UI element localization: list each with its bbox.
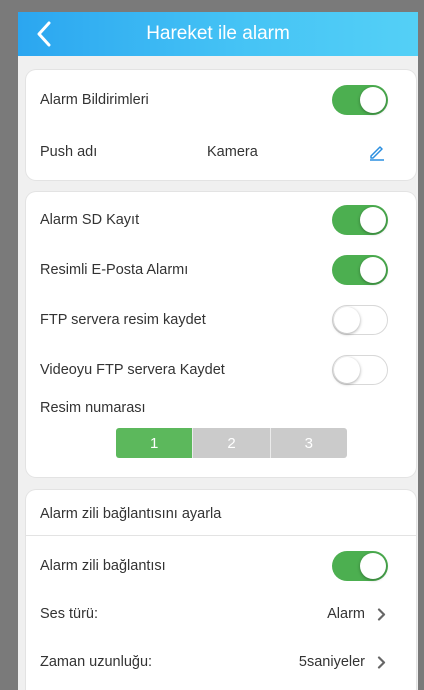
push-name-value: Kamera <box>207 144 258 160</box>
sound-type-label: Ses türü: <box>40 606 99 622</box>
sd-record-label: Alarm SD Kayıt <box>40 212 140 228</box>
duration-row[interactable]: Zaman uzunluğu: 5saniyeler <box>26 636 416 688</box>
edit-button[interactable] <box>368 143 386 166</box>
email-alarm-row: Resimli E-Posta Alarmı <box>26 244 416 296</box>
alarm-notifications-toggle[interactable] <box>332 85 388 115</box>
duration-value-group[interactable]: 5saniyeler <box>299 654 386 670</box>
duration-label: Zaman uzunluğu: <box>40 654 153 670</box>
page-title: Hareket ile alarm <box>146 23 290 44</box>
alarm-notifications-label: Alarm Bildirimleri <box>40 92 149 108</box>
ftp-image-label: FTP servera resim kaydet <box>40 312 206 328</box>
alarm-bell-card: Alarm zili bağlantısını ayarla Alarm zil… <box>26 490 416 690</box>
notification-card: Alarm Bildirimleri Push adı Kamera <box>26 70 416 180</box>
picture-count-selector: 1 2 3 <box>116 428 347 458</box>
bell-section-header: Alarm zili bağlantısını ayarla <box>26 490 416 538</box>
sound-type-row[interactable]: Ses türü: Alarm <box>26 588 416 640</box>
ftp-video-label: Videoyu FTP servera Kaydet <box>40 362 225 378</box>
toggle-knob <box>360 553 386 579</box>
email-alarm-toggle[interactable] <box>332 255 388 285</box>
picture-count-label: Resim numarası <box>40 400 146 416</box>
toggle-knob <box>360 257 386 283</box>
chevron-right-icon <box>377 655 386 669</box>
screen: Hareket ile alarm Alarm Bildirimleri Pus… <box>18 12 418 690</box>
header-bar: Hareket ile alarm <box>18 12 418 56</box>
bell-link-toggle[interactable] <box>332 551 388 581</box>
picture-count-option-2[interactable]: 2 <box>192 428 270 458</box>
ftp-image-row: FTP servera resim kaydet <box>26 294 416 346</box>
ftp-video-toggle[interactable] <box>332 355 388 385</box>
picture-count-option-3[interactable]: 3 <box>269 428 347 458</box>
bell-link-label: Alarm zili bağlantısı <box>40 558 166 574</box>
bell-section-title: Alarm zili bağlantısını ayarla <box>40 506 222 522</box>
toggle-knob <box>334 307 360 333</box>
recording-card: Alarm SD Kayıt Resimli E-Posta Alarmı FT… <box>26 192 416 477</box>
bell-link-row: Alarm zili bağlantısı <box>26 540 416 592</box>
push-name-row: Push adı Kamera <box>26 126 416 178</box>
chevron-right-icon <box>377 607 386 621</box>
picture-count-option-1[interactable]: 1 <box>116 428 193 458</box>
section-divider <box>26 535 416 536</box>
ftp-image-toggle[interactable] <box>332 305 388 335</box>
sound-type-value: Alarm <box>327 606 365 622</box>
pencil-icon <box>370 146 384 161</box>
toggle-knob <box>360 207 386 233</box>
sound-type-value-group[interactable]: Alarm <box>327 606 386 622</box>
email-alarm-label: Resimli E-Posta Alarmı <box>40 262 189 278</box>
toggle-knob <box>334 357 360 383</box>
toggle-knob <box>360 87 386 113</box>
sd-record-row: Alarm SD Kayıt <box>26 194 416 246</box>
sd-record-toggle[interactable] <box>332 205 388 235</box>
duration-value: 5saniyeler <box>298 654 365 670</box>
picture-count-row: Resim numarası <box>26 388 416 428</box>
push-name-label: Push adı <box>40 144 98 160</box>
alarm-notifications-row: Alarm Bildirimleri <box>26 74 416 126</box>
